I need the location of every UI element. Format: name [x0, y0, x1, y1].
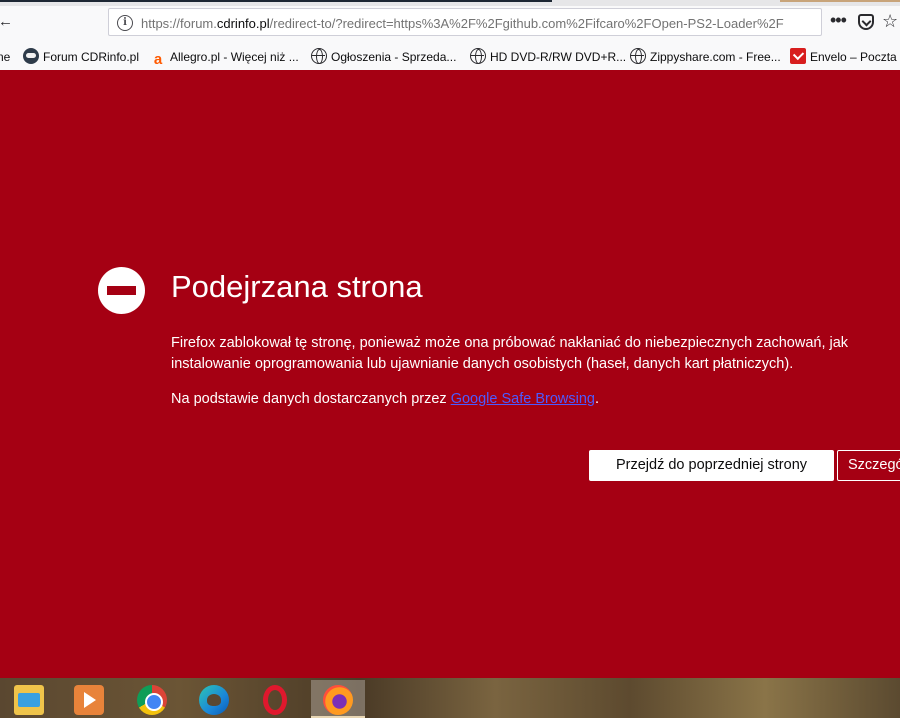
source-note: Na podstawie danych dostarczanych przez … — [171, 389, 900, 409]
chrome-icon — [137, 685, 167, 715]
tab-edge — [0, 0, 552, 2]
bookmarks-toolbar: ne Forum CDRinfo.pl a Allegro.pl - Więcej… — [0, 44, 900, 70]
details-button[interactable]: Szczegóły — [837, 450, 900, 481]
bookmark-label: Allegro.pl - Więcej niż ... — [170, 50, 299, 64]
url-prefix: https://forum. — [141, 16, 217, 31]
blocked-page: Podejrzana strona Firefox zablokował tę … — [0, 70, 900, 678]
source-note-text: Na podstawie danych dostarczanych przez — [171, 391, 451, 407]
opera-icon — [263, 685, 287, 715]
envelo-icon — [790, 48, 806, 64]
url-text[interactable]: https://forum.cdrinfo.pl/redirect-to/?re… — [141, 15, 817, 33]
bookmark-item[interactable]: HD DVD-R/RW DVD+R... — [470, 48, 626, 66]
go-back-button[interactable]: Przejdź do poprzedniej strony — [589, 450, 834, 481]
allegro-icon: a — [153, 51, 163, 68]
bookmark-label: Envelo – Poczta Po — [810, 50, 900, 64]
warning-description: Firefox zablokował tę stronę, ponieważ m… — [171, 335, 849, 372]
bookmark-item[interactable]: Ogłoszenia - Sprzeda... — [311, 48, 456, 66]
page-actions: ••• ☆ — [826, 10, 900, 36]
url-path: /redirect-to/?redirect=https%3A%2F%2Fgit… — [269, 16, 784, 31]
taskbar — [0, 678, 900, 718]
url-bar[interactable]: i https://forum.cdrinfo.pl/redirect-to/?… — [108, 8, 822, 36]
taskbar-firefox[interactable] — [311, 680, 365, 718]
globe-icon — [630, 48, 646, 64]
file-explorer-icon — [14, 685, 44, 715]
bookmark-label: HD DVD-R/RW DVD+R... — [490, 50, 627, 64]
tab-edge-right — [780, 0, 900, 2]
bookmark-label: Zippyshare.com - Free... — [650, 50, 781, 64]
cdrinfo-icon — [23, 48, 39, 64]
bookmark-label: Forum CDRinfo.pl — [43, 50, 140, 64]
taskbar-opera[interactable] — [248, 680, 302, 718]
bookmark-item[interactable]: Zippyshare.com - Free... — [630, 48, 781, 66]
source-note-period: . — [594, 391, 599, 407]
globe-icon — [311, 48, 327, 64]
page-title: Podejrzana strona — [171, 269, 423, 304]
media-player-icon — [74, 685, 104, 715]
url-host: cdrinfo.pl — [216, 16, 270, 31]
edge-icon — [199, 685, 229, 715]
back-arrow-icon[interactable]: ← — [0, 13, 13, 31]
site-info-icon[interactable]: i — [117, 15, 133, 31]
navigation-toolbar: ← i https://forum.cdrinfo.pl/redirect-to… — [0, 6, 900, 40]
bookmark-item[interactable]: Forum CDRinfo.pl — [23, 48, 139, 66]
taskbar-media-player[interactable] — [62, 680, 116, 718]
bookmark-item[interactable]: a Allegro.pl - Więcej niż ... — [150, 48, 299, 68]
bookmark-item[interactable]: Envelo – Poczta Po — [790, 48, 900, 66]
stop-sign-icon — [98, 267, 145, 314]
bookmark-label: Ogłoszenia - Sprzeda... — [331, 50, 457, 64]
taskbar-edge[interactable] — [187, 680, 241, 718]
bookmark-star-icon[interactable]: ☆ — [882, 10, 900, 32]
globe-icon — [470, 48, 486, 64]
pocket-icon[interactable] — [858, 14, 874, 30]
bookmark-item[interactable]: ne — [0, 48, 10, 66]
firefox-icon — [323, 685, 353, 715]
page-actions-menu-icon[interactable]: ••• — [830, 10, 850, 34]
taskbar-chrome[interactable] — [125, 680, 179, 718]
google-safe-browsing-link[interactable]: Google Safe Browsing — [451, 391, 595, 407]
taskbar-file-explorer[interactable] — [2, 680, 56, 718]
bookmark-label: ne — [0, 50, 11, 64]
